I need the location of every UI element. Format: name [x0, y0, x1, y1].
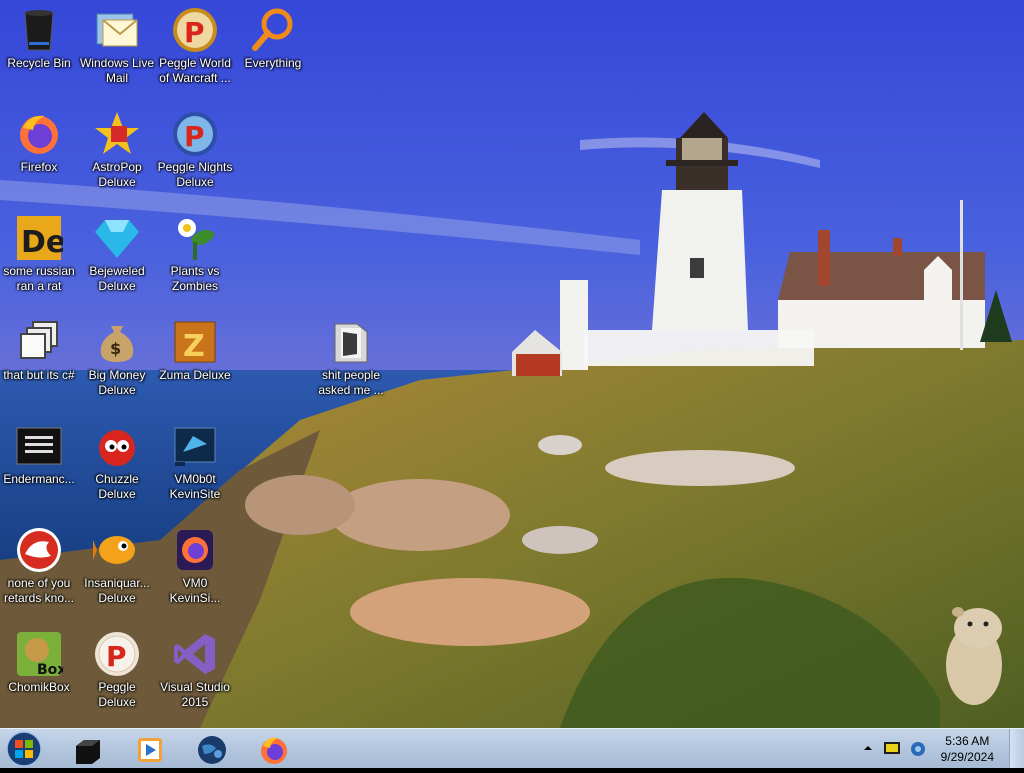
- terminal-icon: [76, 740, 100, 764]
- desktop-icon-label: AstroPop Deluxe: [92, 160, 142, 189]
- desktop-icon-everything[interactable]: Everything: [234, 2, 312, 71]
- folder-icon: [334, 323, 368, 363]
- firefox-dev-icon: [177, 530, 213, 570]
- desktop-icon-label: Windows Live Mail: [79, 56, 155, 85]
- windows-stack-icon: [20, 321, 58, 359]
- desktop-icon-some-russian-ran-a-rat[interactable]: De some russian ran a rat: [0, 210, 78, 294]
- desktop-icon-label: Plants vs Zombies: [170, 264, 220, 293]
- taskbar-pinned-globe[interactable]: [184, 731, 240, 767]
- desktop-icon-endermanch[interactable]: Endermanc...: [0, 418, 78, 487]
- desktop-icon-none-of-you-retards[interactable]: none of you retards kno...: [0, 522, 78, 606]
- taskbar: 5:36 AM 9/29/2024: [0, 728, 1024, 768]
- firefox-icon: [261, 737, 287, 764]
- desktop-icon-insaniquarium-deluxe[interactable]: Insaniquar... Deluxe: [78, 522, 156, 606]
- globe-icon: [198, 736, 226, 764]
- de-icon: De: [17, 216, 63, 260]
- desktop-icon-peggle-deluxe[interactable]: P Peggle Deluxe: [78, 626, 156, 710]
- desktop-icon-label: VM0 KevinSi...: [169, 576, 221, 605]
- network-icon[interactable]: [909, 740, 927, 758]
- desktop-icon-chomikbox[interactable]: Box ChomikBox: [0, 626, 78, 695]
- desktop-icon-recycle-bin[interactable]: Recycle Bin: [0, 2, 78, 71]
- desktop-icon-label: shit people asked me ...: [318, 368, 384, 397]
- svg-text:$: $: [110, 339, 121, 358]
- desktop-icon-zuma-deluxe[interactable]: Z Zuma Deluxe: [156, 314, 234, 383]
- money-bag-icon: $: [100, 326, 134, 362]
- desktop-icon-label: Peggle Deluxe: [98, 680, 136, 709]
- desktop-icon-label: Peggle Nights Deluxe: [157, 160, 233, 189]
- start-orb-icon: [6, 731, 42, 767]
- desktop-icon-label: Visual Studio 2015: [160, 680, 230, 709]
- taskbar-pinned-media-player[interactable]: [122, 731, 178, 767]
- desktop-icon-label: Bejeweled Deluxe: [89, 264, 145, 293]
- action-center-flag-icon[interactable]: [883, 741, 901, 757]
- svg-text:P: P: [184, 120, 205, 153]
- desktop-icon-label: ChomikBox: [8, 680, 70, 694]
- desktop-icon-peggle-nights-deluxe[interactable]: P Peggle Nights Deluxe: [156, 106, 234, 190]
- desktop-icon-astropop-deluxe[interactable]: AstroPop Deluxe: [78, 106, 156, 190]
- desktop-icon-visual-studio-2015[interactable]: Visual Studio 2015: [156, 626, 234, 710]
- recycle-bin-icon: [24, 10, 54, 51]
- system-tray: 5:36 AM 9/29/2024: [859, 729, 1024, 769]
- desktop-icon-label: Peggle World of Warcraft ...: [159, 56, 231, 85]
- peggle-icon: P: [173, 8, 217, 52]
- desktop-icon-label: Endermanc...: [3, 472, 75, 486]
- desktop-icon-label: some russian ran a rat: [3, 264, 75, 293]
- desktop-icon-label: VM0b0t KevinSite: [169, 472, 221, 501]
- rat-icon: [17, 528, 61, 572]
- desktop-icon-peggle-world-of-warcraft[interactable]: P Peggle World of Warcraft ...: [156, 2, 234, 86]
- show-hidden-icons-chevron-icon[interactable]: [863, 743, 873, 753]
- start-button[interactable]: [4, 730, 44, 768]
- desktop-icon-label: none of you retards kno...: [3, 576, 75, 605]
- desktop-icon-label: Insaniquar... Deluxe: [84, 576, 150, 605]
- desktop-icon-vm0b0t-kevinsite[interactable]: VM0b0t KevinSite: [156, 418, 234, 502]
- desktop-icon-windows-live-mail[interactable]: Windows Live Mail: [78, 2, 156, 86]
- desktop-icon-label: Chuzzle Deluxe: [95, 472, 139, 501]
- desktop-icon-firefox[interactable]: Firefox: [0, 106, 78, 175]
- fish-icon: [93, 536, 135, 564]
- peggle-icon: P: [95, 632, 139, 676]
- desktop-icon-label: Big Money Deluxe: [88, 368, 146, 397]
- taskbar-pinned-terminal[interactable]: [60, 731, 116, 767]
- desktop-icon-big-money-deluxe[interactable]: $ Big Money Deluxe: [78, 314, 156, 398]
- desktop-icon-vm0-kevinsite[interactable]: VM0 KevinSi...: [156, 522, 234, 606]
- desktop-icon-grid: Recycle Bin Firefox De some russian ran …: [0, 0, 1024, 728]
- zuma-icon: Z: [174, 321, 216, 364]
- search-icon: [252, 8, 293, 51]
- desktop-icon-that-but-its-csharp[interactable]: that but its c#: [0, 314, 78, 383]
- astropop-icon: [95, 112, 139, 154]
- svg-text:Box: Box: [37, 662, 63, 678]
- peggle-nights-icon: P: [173, 112, 217, 156]
- desktop-icon-label: that but its c#: [3, 368, 75, 382]
- taskbar-pinned-firefox[interactable]: [246, 731, 302, 767]
- svg-text:P: P: [106, 640, 127, 673]
- svg-text:Z: Z: [183, 329, 205, 364]
- chuzzle-icon: [99, 430, 135, 466]
- desktop-icon-plants-vs-zombies[interactable]: Plants vs Zombies: [156, 210, 234, 294]
- vm-icon: [174, 427, 216, 466]
- clock-date: 9/29/2024: [940, 750, 994, 764]
- mail-icon: [96, 13, 138, 47]
- show-desktop-button[interactable]: [1009, 729, 1024, 768]
- svg-text:P: P: [184, 16, 205, 49]
- plant-icon: [178, 219, 215, 260]
- hamster-box-icon: Box: [17, 632, 63, 678]
- desktop-icon-shit-people-asked-me[interactable]: shit people asked me ...: [312, 314, 390, 398]
- desktop-icon-label: Recycle Bin: [7, 56, 71, 70]
- desktop-icon-label: Zuma Deluxe: [159, 368, 231, 382]
- media-player-icon: [138, 738, 162, 762]
- firefox-icon: [20, 115, 58, 154]
- desktop-icon-bejeweled-deluxe[interactable]: Bejeweled Deluxe: [78, 210, 156, 294]
- gem-icon: [95, 220, 139, 258]
- console-icon: [16, 427, 62, 465]
- desktop-icon-chuzzle-deluxe[interactable]: Chuzzle Deluxe: [78, 418, 156, 502]
- taskbar-clock[interactable]: 5:36 AM 9/29/2024: [941, 733, 994, 765]
- desktop-icon-label: Everything: [244, 56, 302, 70]
- svg-text:De: De: [21, 225, 63, 260]
- clock-time: 5:36 AM: [945, 734, 990, 748]
- desktop-icon-label: Firefox: [20, 160, 58, 174]
- visual-studio-icon: [174, 634, 215, 674]
